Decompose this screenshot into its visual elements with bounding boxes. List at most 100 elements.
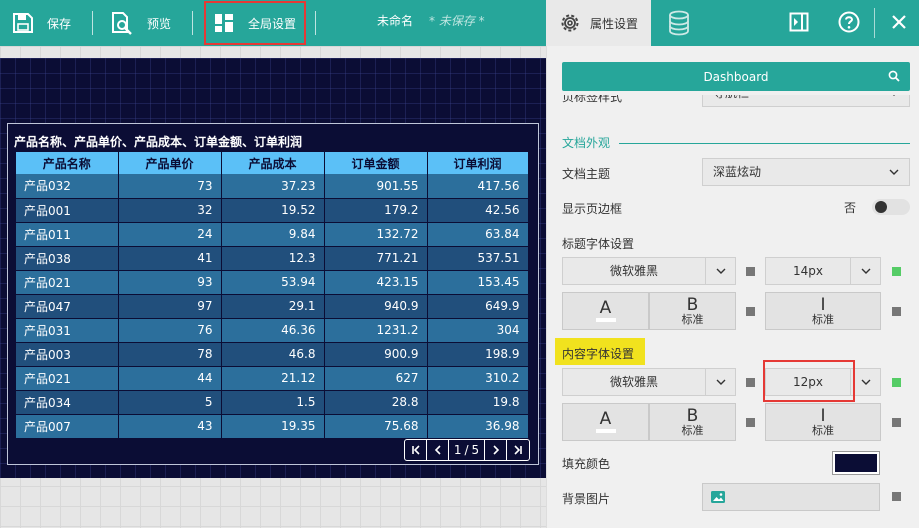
title-font-italic-button[interactable]: I 标准 (765, 292, 881, 330)
table-cell: 32 (118, 198, 222, 223)
scrolled-row: 页标签样式 导航栏 (547, 95, 919, 107)
section-divider (619, 143, 910, 144)
table-row: 产品001 32 19.52 179.2 42.56 (16, 198, 529, 223)
title-font-size-indicator (892, 267, 901, 276)
show-border-toggle[interactable] (872, 199, 910, 215)
document-status: * 未保存 * (429, 14, 485, 28)
table-widget[interactable]: 产品名称、产品单价、产品成本、订单金额、订单利润 产品名称 产品单价 产品成本 订单金… (7, 123, 539, 465)
content-font-italic-button[interactable]: I 标准 (765, 403, 881, 441)
fill-color-picker[interactable] (832, 451, 880, 475)
preview-button[interactable]: 预览 (110, 0, 171, 46)
title-font-bold-button[interactable]: B 标准 (649, 292, 736, 330)
total-pages: 5 (471, 443, 480, 457)
tab-properties[interactable]: 属性设置 (546, 0, 651, 46)
section-doc-appearance: 文档外观 (562, 136, 611, 150)
tab-style-select[interactable]: 导航栏 (702, 95, 910, 107)
table-cell: 19.8 (427, 390, 529, 415)
preview-icon (112, 12, 132, 35)
title-font-size-select[interactable]: 14px (765, 257, 881, 285)
title-font-size-value: 14px (793, 264, 823, 278)
content-bold-indicator (746, 418, 755, 427)
content-font-bold-button[interactable]: B 标准 (649, 403, 736, 441)
pagination: 1 / 5 (404, 439, 530, 461)
column-header[interactable]: 产品成本 (221, 152, 325, 174)
font-color-swatch (595, 318, 616, 322)
last-page-icon (514, 445, 522, 455)
table-cell: 24 (118, 222, 222, 247)
first-page-button[interactable] (405, 440, 427, 460)
design-canvas[interactable]: 产品名称、产品单价、产品成本、订单金额、订单利润 产品名称 产品单价 产品成本 订单金… (0, 46, 546, 528)
table-row: 产品003 78 46.8 900.9 198.9 (16, 342, 529, 367)
dashboard-button[interactable]: Dashboard (562, 62, 910, 91)
table-cell: 产品034 (16, 390, 119, 415)
tab-datasource[interactable] (668, 10, 690, 39)
bg-image-picker[interactable] (702, 483, 880, 511)
toolbar-divider (192, 11, 193, 35)
table-cell: 73 (118, 174, 222, 199)
font-color-swatch (595, 429, 616, 433)
annotation-highlight-box (204, 1, 306, 45)
title-font-family-select[interactable]: 微软雅黑 (562, 257, 736, 285)
table-row: 产品007 43 19.35 75.68 36.98 (16, 414, 529, 439)
close-button[interactable] (891, 14, 907, 33)
table-cell: 78 (118, 342, 222, 367)
table-cell: 9.84 (221, 222, 325, 247)
bold-value: 标准 (681, 313, 704, 326)
table-cell: 产品021 (16, 270, 119, 295)
title-font-family-value: 微软雅黑 (609, 264, 658, 278)
table-cell: 41 (118, 246, 222, 271)
table-cell: 19.35 (221, 414, 325, 439)
table-cell: 627 (324, 366, 428, 391)
table-cell: 63.84 (427, 222, 529, 247)
table-cell: 132.72 (324, 222, 428, 247)
fill-color-label: 填充颜色 (562, 457, 611, 471)
table-row: 产品038 41 12.3 771.21 537.51 (16, 246, 529, 271)
annotation-highlight-box (763, 360, 855, 402)
last-page-button[interactable] (507, 440, 529, 460)
column-header[interactable]: 订单金额 (324, 152, 428, 174)
table-cell: 37.23 (221, 174, 325, 199)
prev-page-button[interactable] (427, 440, 449, 460)
table-cell: 93 (118, 270, 222, 295)
title-italic-indicator (892, 307, 901, 316)
table-cell: 771.21 (324, 246, 428, 271)
title-font-color-button[interactable]: A (562, 292, 649, 330)
column-header[interactable]: 产品名称 (16, 152, 119, 174)
column-header[interactable]: 订单利润 (427, 152, 529, 174)
first-page-icon (411, 445, 420, 455)
dashboard-page[interactable]: 产品名称、产品单价、产品成本、订单金额、订单利润 产品名称 产品单价 产品成本 订单金… (0, 58, 546, 478)
page-indicator: 1 / 5 (449, 440, 485, 460)
content-italic-indicator (892, 418, 901, 427)
chevron-right-icon (492, 445, 499, 455)
table-row: 产品047 97 29.1 940.9 649.9 (16, 294, 529, 319)
chevron-down-icon (850, 258, 880, 284)
tab-properties-label: 属性设置 (590, 16, 639, 31)
search-icon (888, 70, 900, 82)
save-button[interactable]: 保存 (12, 0, 71, 46)
content-font-color-button[interactable]: A (562, 403, 649, 441)
help-icon (838, 11, 860, 33)
panel-toggle-button[interactable] (789, 12, 809, 35)
table-cell: 43 (118, 414, 222, 439)
table-cell: 产品001 (16, 198, 119, 223)
chevron-left-icon (434, 445, 441, 455)
close-icon (892, 15, 906, 29)
table-cell: 29.1 (221, 294, 325, 319)
panel-header: 属性设置 (546, 0, 919, 46)
next-page-button[interactable] (485, 440, 507, 460)
save-icon (13, 13, 33, 33)
table-cell: 537.51 (427, 246, 529, 271)
table-cell: 44 (118, 366, 222, 391)
doc-theme-select[interactable]: 深蓝炫动 (702, 158, 910, 186)
table-cell: 产品032 (16, 174, 119, 199)
column-header[interactable]: 产品单价 (118, 152, 222, 174)
bg-image-label: 背景图片 (562, 492, 611, 506)
table-cell: 901.55 (324, 174, 428, 199)
content-font-family-select[interactable]: 微软雅黑 (562, 368, 736, 396)
dashboard-button-label: Dashboard (703, 69, 769, 84)
table-row: 产品021 44 21.12 627 310.2 (16, 366, 529, 391)
content-font-family-indicator (746, 378, 755, 387)
help-button[interactable] (838, 11, 860, 36)
chevron-down-icon (705, 258, 735, 284)
table-cell: 417.56 (427, 174, 529, 199)
